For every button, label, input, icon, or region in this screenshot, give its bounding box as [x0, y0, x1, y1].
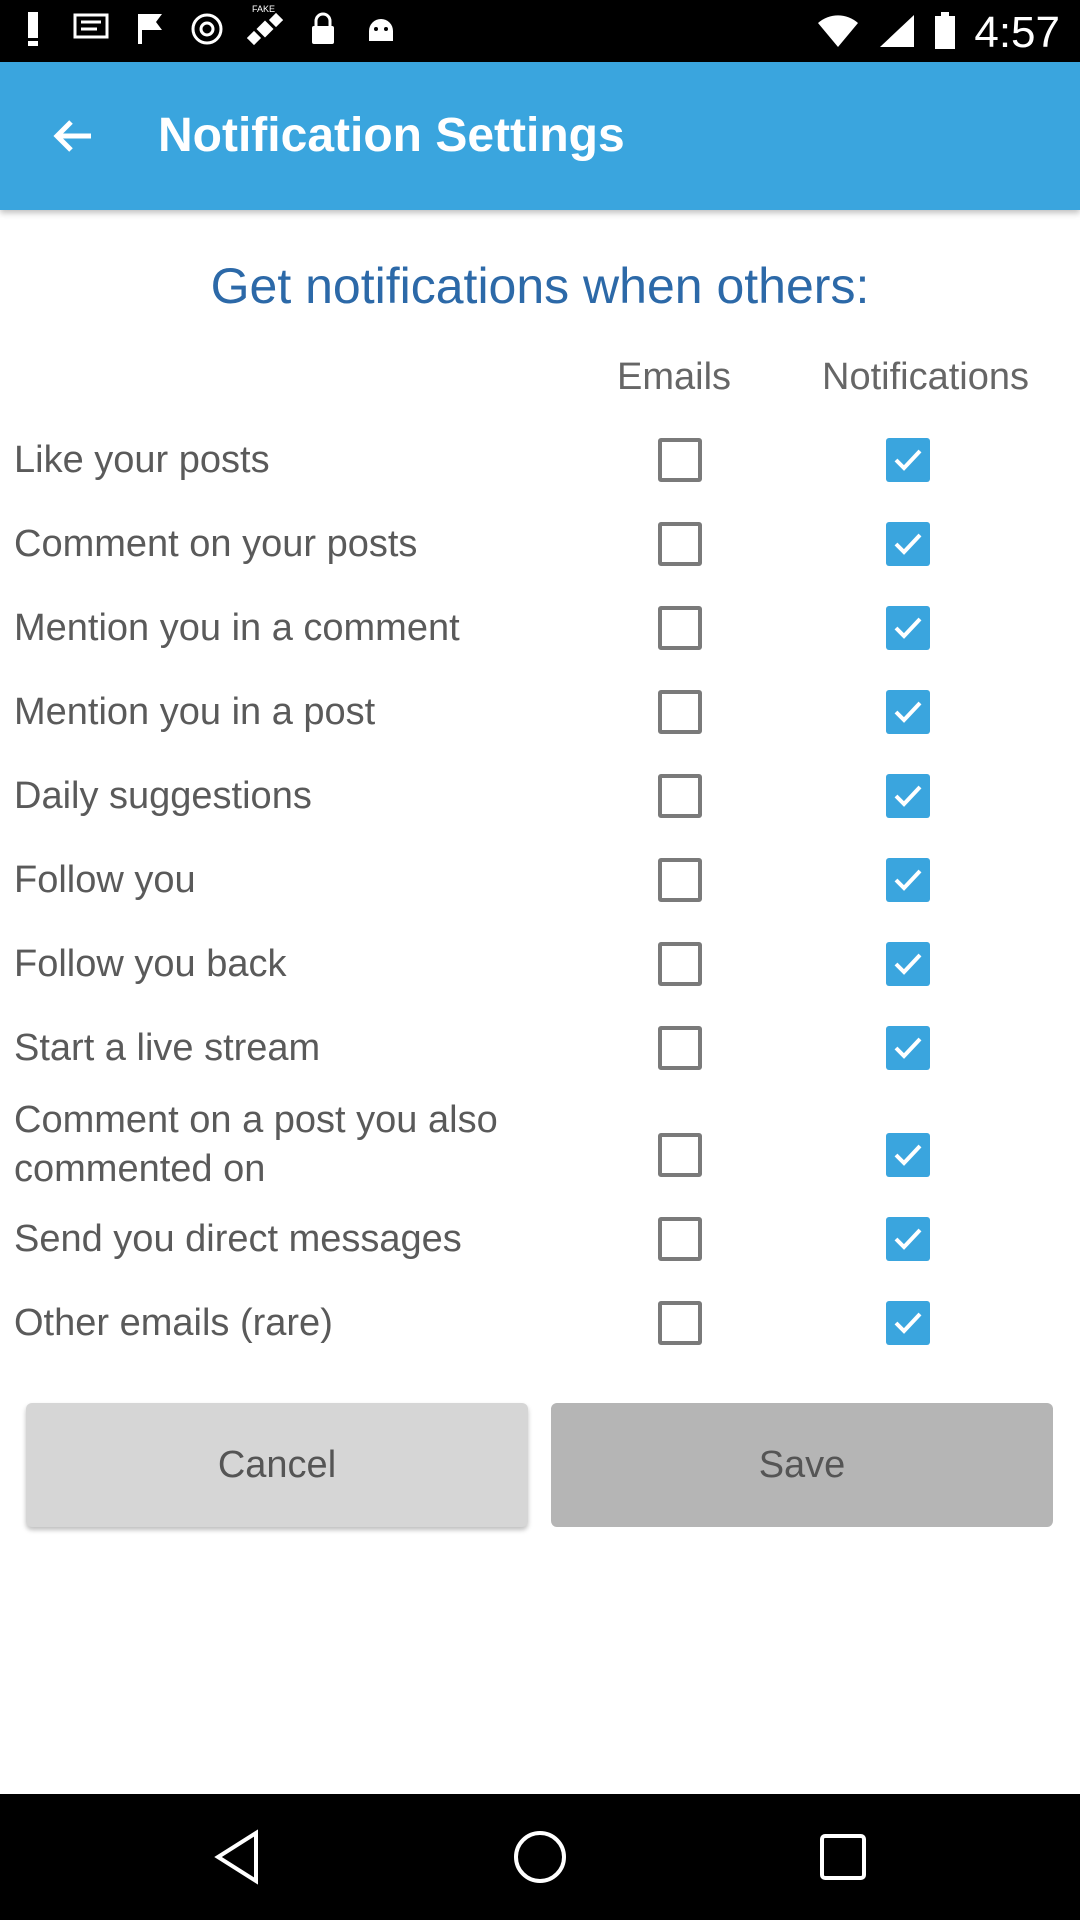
notification-icon: [14, 10, 52, 48]
row-label: Follow you back: [14, 943, 287, 985]
notification-checkbox[interactable]: [886, 1217, 930, 1261]
signal-icon: [878, 13, 916, 54]
hotspot-icon: [188, 10, 226, 48]
row-label: Comment on your posts: [14, 523, 418, 565]
wifi-icon: [816, 13, 860, 54]
check-icon: [894, 1228, 922, 1250]
row-label: Like your posts: [14, 439, 270, 481]
fake-label: FAKE: [252, 4, 276, 14]
nav-home-button[interactable]: [505, 1822, 575, 1892]
email-checkbox[interactable]: [658, 1026, 702, 1070]
email-checkbox[interactable]: [658, 522, 702, 566]
check-icon: [894, 953, 922, 975]
flag-icon: [130, 10, 168, 48]
back-button[interactable]: [40, 106, 106, 166]
email-checkbox[interactable]: [658, 606, 702, 650]
check-icon: [894, 1312, 922, 1334]
email-checkbox[interactable]: [658, 1301, 702, 1345]
row-label: Comment on a post you also commented on: [14, 1099, 498, 1190]
home-circle-icon: [514, 1831, 566, 1883]
email-checkbox[interactable]: [658, 942, 702, 986]
notification-checkbox[interactable]: [886, 690, 930, 734]
page-title: Notification Settings: [158, 109, 625, 162]
cancel-button[interactable]: Cancel: [26, 1403, 528, 1527]
system-nav-bar: [0, 1794, 1080, 1920]
check-icon: [894, 449, 922, 471]
row-label: Daily suggestions: [14, 775, 312, 817]
check-icon: [894, 785, 922, 807]
battery-icon: [934, 11, 956, 55]
notification-checkbox[interactable]: [886, 1026, 930, 1070]
row-label: Mention you in a post: [14, 691, 376, 733]
status-time: 4:57: [974, 8, 1060, 57]
status-icons: FAKE: [14, 4, 400, 48]
notification-checkbox[interactable]: [886, 438, 930, 482]
check-icon: [894, 701, 922, 723]
email-checkbox[interactable]: [658, 690, 702, 734]
email-checkbox[interactable]: [658, 774, 702, 818]
row-label: Send you direct messages: [14, 1218, 462, 1260]
check-icon: [894, 1037, 922, 1059]
notification-checkbox[interactable]: [886, 774, 930, 818]
email-checkbox[interactable]: [658, 1133, 702, 1177]
row-label: Mention you in a comment: [14, 607, 460, 649]
email-checkbox[interactable]: [658, 1217, 702, 1261]
column-header-notifications: Notifications: [822, 356, 1029, 398]
notification-checkbox[interactable]: [886, 606, 930, 650]
recents-square-icon: [820, 1834, 866, 1880]
app-bar: Notification Settings: [0, 62, 1080, 210]
notification-checkbox[interactable]: [886, 858, 930, 902]
check-icon: [894, 533, 922, 555]
save-button[interactable]: Save: [551, 1403, 1053, 1527]
satellite-icon: FAKE: [246, 4, 284, 48]
check-icon: [894, 617, 922, 639]
notification-checkbox[interactable]: [886, 1301, 930, 1345]
email-checkbox[interactable]: [658, 438, 702, 482]
android-icon: [362, 10, 400, 48]
row-label: Other emails (rare): [14, 1302, 333, 1344]
column-header-emails: Emails: [617, 356, 732, 398]
check-icon: [894, 869, 922, 891]
nav-back-button[interactable]: [202, 1822, 272, 1892]
arrow-left-icon: [53, 120, 91, 152]
row-label: Follow you: [14, 859, 196, 901]
notification-checkbox[interactable]: [886, 942, 930, 986]
check-icon: [894, 1144, 922, 1166]
message-icon: [72, 10, 110, 48]
back-triangle-icon: [214, 1829, 258, 1885]
status-bar: FAKE 4:57: [0, 0, 1080, 62]
lock-icon: [304, 10, 342, 48]
section-heading: Get notifications when others:: [210, 258, 870, 314]
email-checkbox[interactable]: [658, 858, 702, 902]
notification-checkbox[interactable]: [886, 1133, 930, 1177]
notification-checkbox[interactable]: [886, 522, 930, 566]
row-label: Start a live stream: [14, 1027, 321, 1069]
nav-recents-button[interactable]: [808, 1822, 878, 1892]
status-icons-right: 4:57: [816, 8, 1060, 58]
